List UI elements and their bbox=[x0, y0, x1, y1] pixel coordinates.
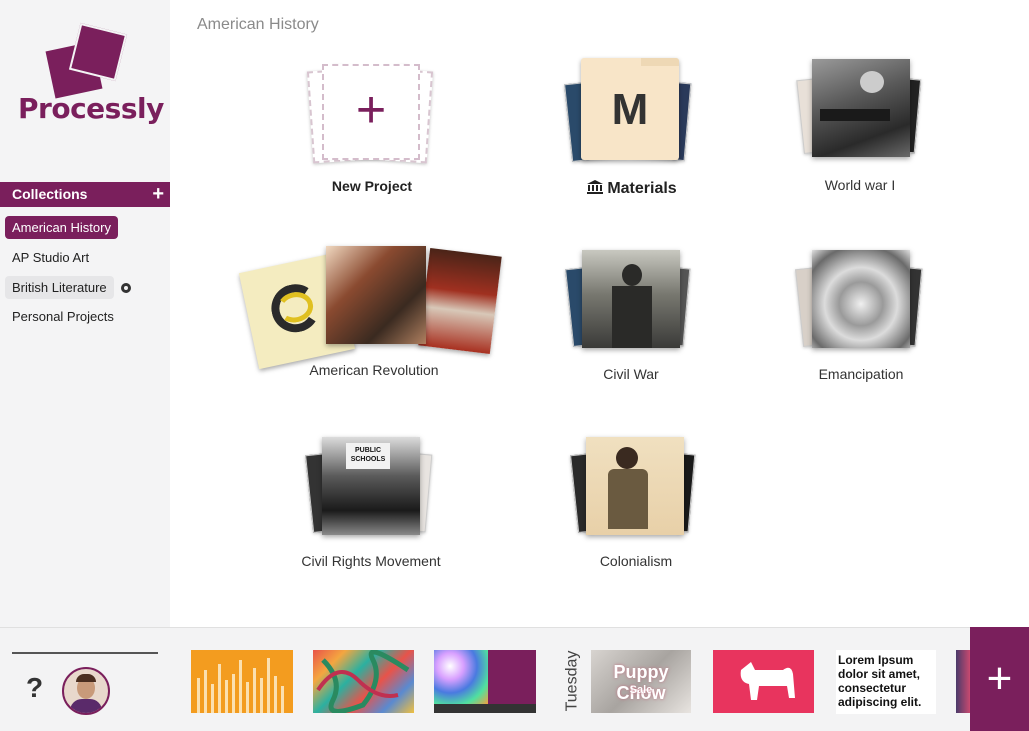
tile-label: Emancipation bbox=[818, 366, 904, 382]
recent-thumb-dog[interactable] bbox=[713, 650, 814, 713]
tile-label: New Project bbox=[331, 178, 413, 194]
page-title: American History bbox=[197, 16, 319, 33]
materials-label: Materials bbox=[607, 180, 677, 197]
logo-text: Processly bbox=[18, 92, 164, 125]
materials-folder: M bbox=[581, 58, 679, 160]
collections-label: Collections bbox=[12, 186, 88, 202]
collection-item-personal-projects[interactable]: Personal Projects bbox=[5, 305, 121, 328]
add-collection-button[interactable]: + bbox=[152, 183, 164, 205]
sidebar: Processly Collections + American History… bbox=[0, 0, 170, 627]
world-war-photo bbox=[812, 59, 910, 157]
tile-label: Civil War bbox=[603, 366, 659, 382]
day-label: Tuesday bbox=[563, 650, 581, 712]
plus-icon: + bbox=[355, 81, 387, 139]
flag-image bbox=[418, 247, 502, 355]
tile-label: World war I bbox=[824, 177, 896, 193]
materials-letter: M bbox=[611, 85, 649, 134]
processly-logo[interactable]: Processly bbox=[18, 22, 164, 132]
recent-thumb-partial[interactable] bbox=[956, 650, 970, 713]
collections-header: Collections + bbox=[0, 182, 170, 207]
tile-label: Materials bbox=[560, 179, 704, 198]
institution-icon bbox=[587, 180, 604, 194]
revolution-painting bbox=[326, 246, 426, 344]
collection-settings-icon[interactable] bbox=[121, 283, 131, 293]
american-revolution-tile[interactable]: American Revolution bbox=[238, 240, 510, 385]
tile-label: American Revolution bbox=[309, 362, 439, 378]
emancipation-tile[interactable]: Emancipation bbox=[791, 244, 931, 389]
help-icon[interactable]: ? bbox=[26, 672, 43, 704]
protest-sign: PUBLIC SCHOOLS bbox=[346, 443, 390, 469]
collection-item-american-history[interactable]: American History bbox=[5, 216, 118, 239]
recent-thumb-swirl[interactable] bbox=[313, 650, 414, 713]
civil-rights-tile[interactable]: PUBLIC SCHOOLS Civil Rights Movement bbox=[295, 430, 447, 570]
collection-item-british-literature[interactable]: British Literature bbox=[5, 276, 114, 299]
colonialism-tile[interactable]: Colonialism bbox=[566, 430, 706, 570]
emancipation-engraving bbox=[812, 250, 910, 348]
new-project-card: + bbox=[322, 64, 420, 160]
colonialism-illustration bbox=[586, 437, 684, 535]
bar-pattern-icon bbox=[197, 658, 284, 713]
civil-rights-photo: PUBLIC SCHOOLS bbox=[322, 437, 420, 535]
civil-war-tile[interactable]: Civil War bbox=[561, 244, 701, 389]
recent-items-bar: ? Tuesday Puppy Chow Sale Lorem Ipsum do… bbox=[0, 627, 1029, 731]
tile-label: Civil Rights Movement bbox=[301, 553, 441, 569]
puppy-sale: Sale bbox=[629, 684, 653, 696]
tile-label: Colonialism bbox=[599, 553, 673, 569]
avatar[interactable] bbox=[62, 667, 110, 715]
add-item-button[interactable]: + bbox=[970, 627, 1029, 731]
collection-item-ap-studio-art[interactable]: AP Studio Art bbox=[5, 246, 96, 269]
recent-thumb-color-picker[interactable] bbox=[434, 650, 536, 713]
recent-thumb-orange[interactable] bbox=[191, 650, 293, 713]
folder-tab bbox=[641, 58, 679, 66]
puppy-title: Puppy Chow bbox=[613, 662, 669, 703]
color-wheel bbox=[434, 650, 488, 704]
world-war-1-tile[interactable]: World war I bbox=[790, 55, 930, 195]
materials-tile[interactable]: M Materials bbox=[560, 55, 704, 203]
civil-war-photo bbox=[582, 250, 680, 348]
recent-note-lorem[interactable]: Lorem Ipsum dolor sit amet, consectetur … bbox=[836, 650, 936, 714]
recent-thumb-puppy-chow[interactable]: Puppy Chow Sale bbox=[591, 650, 691, 713]
dog-icon bbox=[740, 662, 795, 700]
divider bbox=[12, 652, 158, 654]
new-project-tile[interactable]: + New Project bbox=[300, 60, 444, 200]
